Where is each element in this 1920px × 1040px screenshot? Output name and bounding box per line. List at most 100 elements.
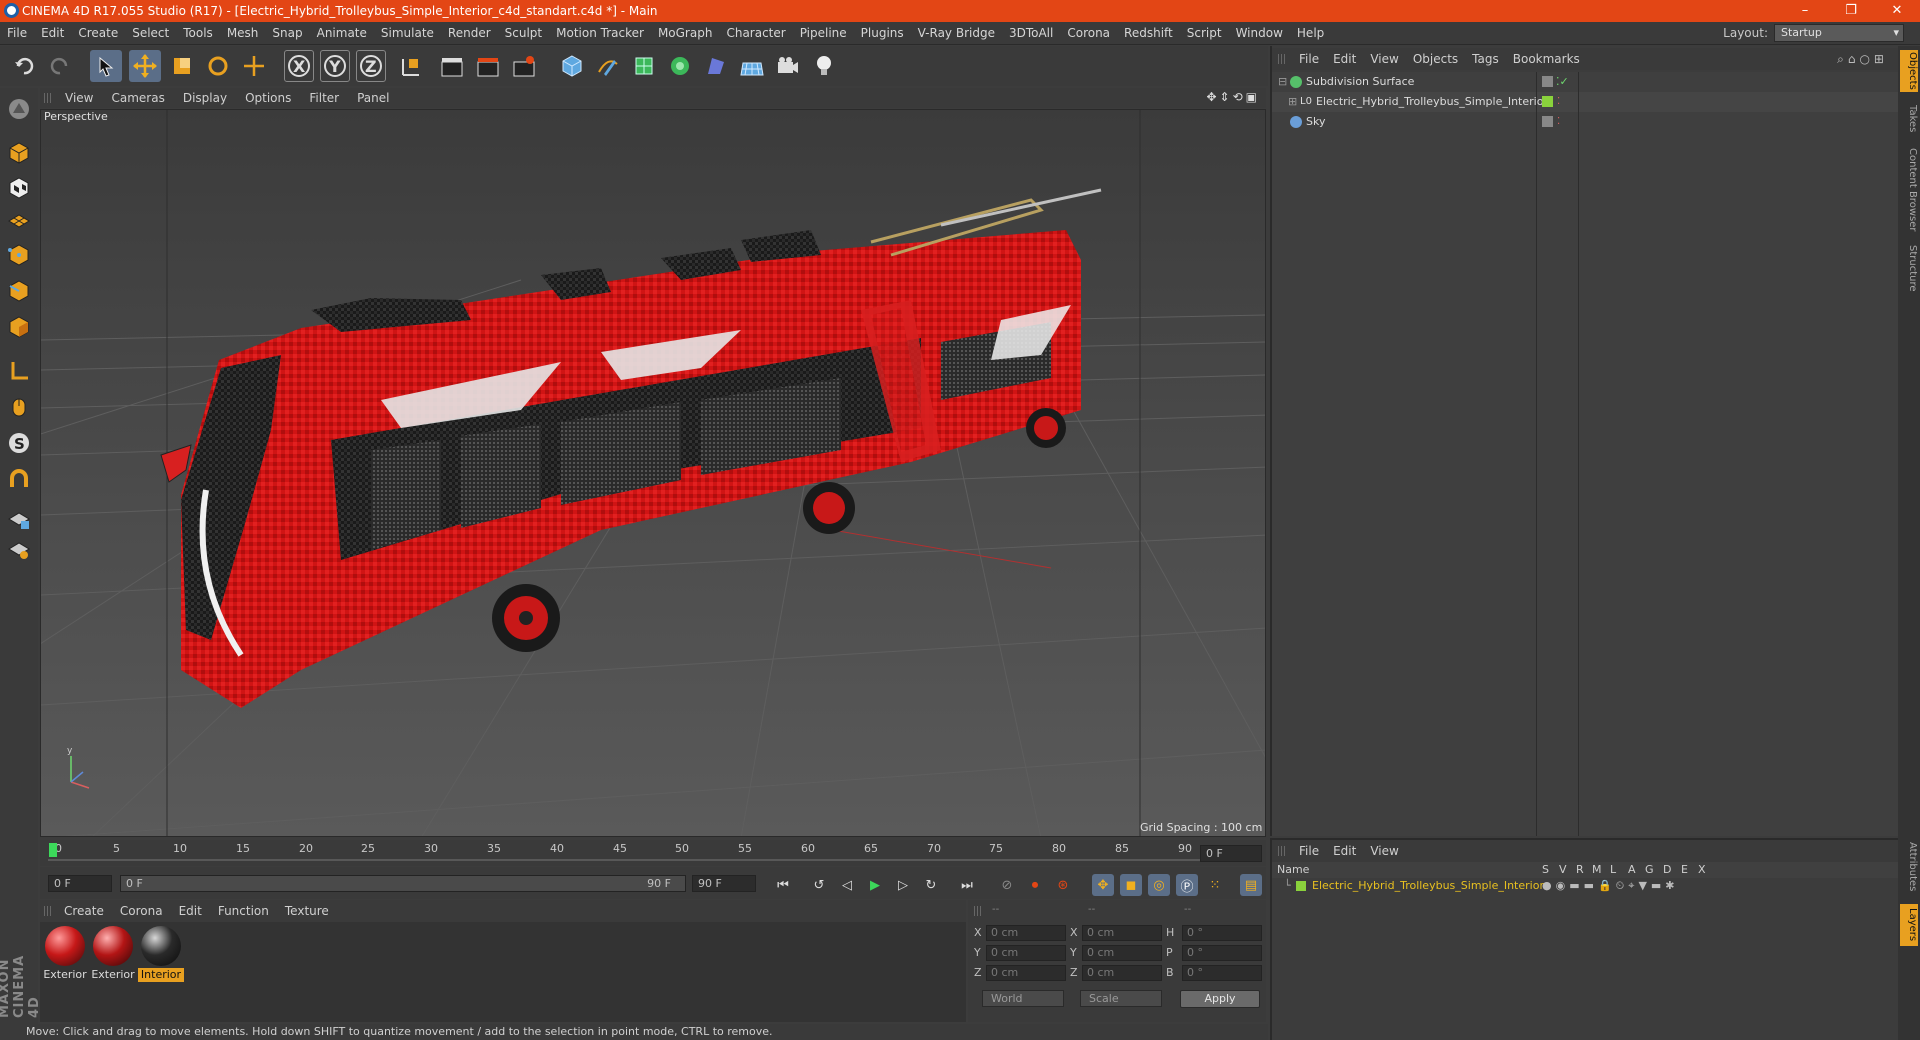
key-position-button[interactable]: ✥ xyxy=(1092,874,1114,896)
object-menu-objects[interactable]: Objects xyxy=(1406,48,1465,70)
menu-help[interactable]: Help xyxy=(1290,22,1331,45)
menu-character[interactable]: Character xyxy=(719,22,792,45)
cloner-button[interactable] xyxy=(664,50,696,82)
viewport-nav-icons[interactable]: ✥⇕⟲▣ xyxy=(1206,90,1260,104)
tweak-mode-button[interactable] xyxy=(4,392,34,422)
menu-tools[interactable]: Tools xyxy=(176,22,220,45)
collapse-icon[interactable]: ⊟ xyxy=(1278,72,1287,92)
magnet-button[interactable] xyxy=(4,466,34,496)
cube-object-button[interactable] xyxy=(556,50,588,82)
size-y-field[interactable]: 0 cm xyxy=(1082,945,1162,961)
material-swatch[interactable]: Exterior xyxy=(42,926,88,986)
coordinate-system-button[interactable] xyxy=(394,50,426,82)
rotation-p-field[interactable]: 0 ° xyxy=(1182,945,1262,961)
edges-mode-button[interactable] xyxy=(4,276,34,306)
viewport-menu-filter[interactable]: Filter xyxy=(300,88,348,108)
points-mode-button[interactable] xyxy=(4,240,34,270)
size-x-field[interactable]: 0 cm xyxy=(1082,925,1162,941)
key-pla-button[interactable]: ⁙ xyxy=(1204,874,1226,896)
viewport-menu-options[interactable]: Options xyxy=(236,88,300,108)
scale-tool-button[interactable] xyxy=(166,50,198,82)
timeline-ruler[interactable]: 0 5 10 15 20 25 30 35 40 45 50 55 60 65 … xyxy=(40,840,1266,866)
viewport-menu-panel[interactable]: Panel xyxy=(348,88,398,108)
object-manager-search-icons[interactable]: ⌕⌂○⊞ xyxy=(1837,48,1888,70)
object-menu-file[interactable]: File xyxy=(1292,48,1326,70)
position-y-field[interactable]: 0 cm xyxy=(986,945,1066,961)
autokey-button[interactable]: ⊛ xyxy=(1052,874,1074,896)
live-selection-button[interactable] xyxy=(90,50,122,82)
go-to-end-button[interactable]: ⏭ xyxy=(956,874,978,896)
object-row[interactable]: ⊞ L0 Electric_Hybrid_Trolleybus_Simple_I… xyxy=(1272,92,1898,112)
position-z-field[interactable]: 0 cm xyxy=(986,965,1066,981)
playhead[interactable] xyxy=(49,843,57,857)
next-key-button[interactable]: ↻ xyxy=(920,874,942,896)
redo-button[interactable] xyxy=(44,50,76,82)
spline-pen-button[interactable] xyxy=(592,50,624,82)
workplane-align-button[interactable] xyxy=(4,534,34,564)
render-view-button[interactable] xyxy=(436,50,468,82)
apply-button[interactable]: Apply xyxy=(1180,990,1260,1008)
start-frame-field[interactable]: 0 F xyxy=(48,875,112,892)
lock-workplane-button[interactable] xyxy=(4,504,34,534)
key-rotation-button[interactable]: ◎ xyxy=(1148,874,1170,896)
layer-menu-view[interactable]: View xyxy=(1363,840,1405,862)
viewport-menu-cameras[interactable]: Cameras xyxy=(102,88,173,108)
light-button[interactable] xyxy=(808,50,840,82)
transform-tool-button[interactable] xyxy=(238,50,270,82)
menu-redshift[interactable]: Redshift xyxy=(1117,22,1180,45)
play-button[interactable]: ▶ xyxy=(864,874,886,896)
menu-mograph[interactable]: MoGraph xyxy=(651,22,720,45)
previous-key-button[interactable]: ↺ xyxy=(808,874,830,896)
layer-color-swatch[interactable] xyxy=(1296,881,1306,891)
end-frame-field[interactable]: 90 F xyxy=(692,875,756,892)
visibility-dots-icon[interactable]: ⁚ xyxy=(1557,92,1560,112)
texture-mode-button[interactable] xyxy=(4,173,34,203)
menu-window[interactable]: Window xyxy=(1229,22,1290,45)
layer-row[interactable]: └ Electric_Hybrid_Trolleybus_Simple_Inte… xyxy=(1272,878,1898,894)
object-menu-edit[interactable]: Edit xyxy=(1326,48,1363,70)
menu-script[interactable]: Script xyxy=(1180,22,1229,45)
keyframe-selection-button[interactable]: ⊘ xyxy=(996,874,1018,896)
tab-content-browser[interactable]: Content Browser xyxy=(1900,144,1918,236)
menu-mesh[interactable]: Mesh xyxy=(220,22,266,45)
move-tool-button[interactable] xyxy=(129,50,161,82)
menu-edit[interactable]: Edit xyxy=(34,22,71,45)
object-menu-tags[interactable]: Tags xyxy=(1465,48,1506,70)
menu-select[interactable]: Select xyxy=(125,22,176,45)
visibility-check-icon[interactable]: ⁚✓ xyxy=(1556,72,1569,92)
layer-toggle-icons[interactable]: ●◉▬▬🔒⏲⌖▼▬✱ xyxy=(1542,878,1679,894)
menu-snap[interactable]: Snap xyxy=(265,22,309,45)
menu-simulate[interactable]: Simulate xyxy=(374,22,441,45)
object-row[interactable]: Sky ⁚ xyxy=(1272,112,1898,132)
go-to-start-button[interactable]: ⏮ xyxy=(772,874,794,896)
y-axis-lock-button[interactable]: Y xyxy=(320,50,350,82)
layer-menu-edit[interactable]: Edit xyxy=(1326,840,1363,862)
material-menu-function[interactable]: Function xyxy=(210,900,277,922)
size-z-field[interactable]: 0 cm xyxy=(1082,965,1162,981)
frame-range-slider[interactable]: 0 F 90 F xyxy=(120,875,686,892)
menu-file[interactable]: File xyxy=(0,22,34,45)
tab-objects[interactable]: Objects xyxy=(1900,50,1918,92)
menu-create[interactable]: Create xyxy=(71,22,125,45)
render-picture-viewer-button[interactable] xyxy=(472,50,504,82)
record-button[interactable]: ⏺ xyxy=(1024,874,1046,896)
make-editable-button[interactable] xyxy=(4,94,34,124)
visibility-dots-icon[interactable]: ⁚ xyxy=(1557,112,1560,132)
position-x-field[interactable]: 0 cm xyxy=(986,925,1066,941)
menu-vray-bridge[interactable]: V-Ray Bridge xyxy=(911,22,1002,45)
render-settings-button[interactable] xyxy=(508,50,540,82)
floor-button[interactable] xyxy=(736,50,768,82)
object-row[interactable]: ⊟ Subdivision Surface ⁚✓ xyxy=(1272,72,1898,92)
menu-motion-tracker[interactable]: Motion Tracker xyxy=(549,22,651,45)
minimize-button[interactable]: – xyxy=(1782,0,1828,22)
perspective-viewport[interactable]: y xyxy=(40,109,1266,837)
x-axis-lock-button[interactable]: X xyxy=(284,50,314,82)
axis-mode-button[interactable] xyxy=(4,356,34,386)
material-menu-corona[interactable]: Corona xyxy=(112,900,171,922)
viewport-menu-view[interactable]: View xyxy=(56,88,102,108)
undo-button[interactable] xyxy=(8,50,40,82)
viewport-menu-display[interactable]: Display xyxy=(174,88,236,108)
key-parameter-button[interactable]: Ⓟ xyxy=(1176,874,1198,896)
close-button[interactable]: ✕ xyxy=(1874,0,1920,22)
menu-render[interactable]: Render xyxy=(441,22,498,45)
